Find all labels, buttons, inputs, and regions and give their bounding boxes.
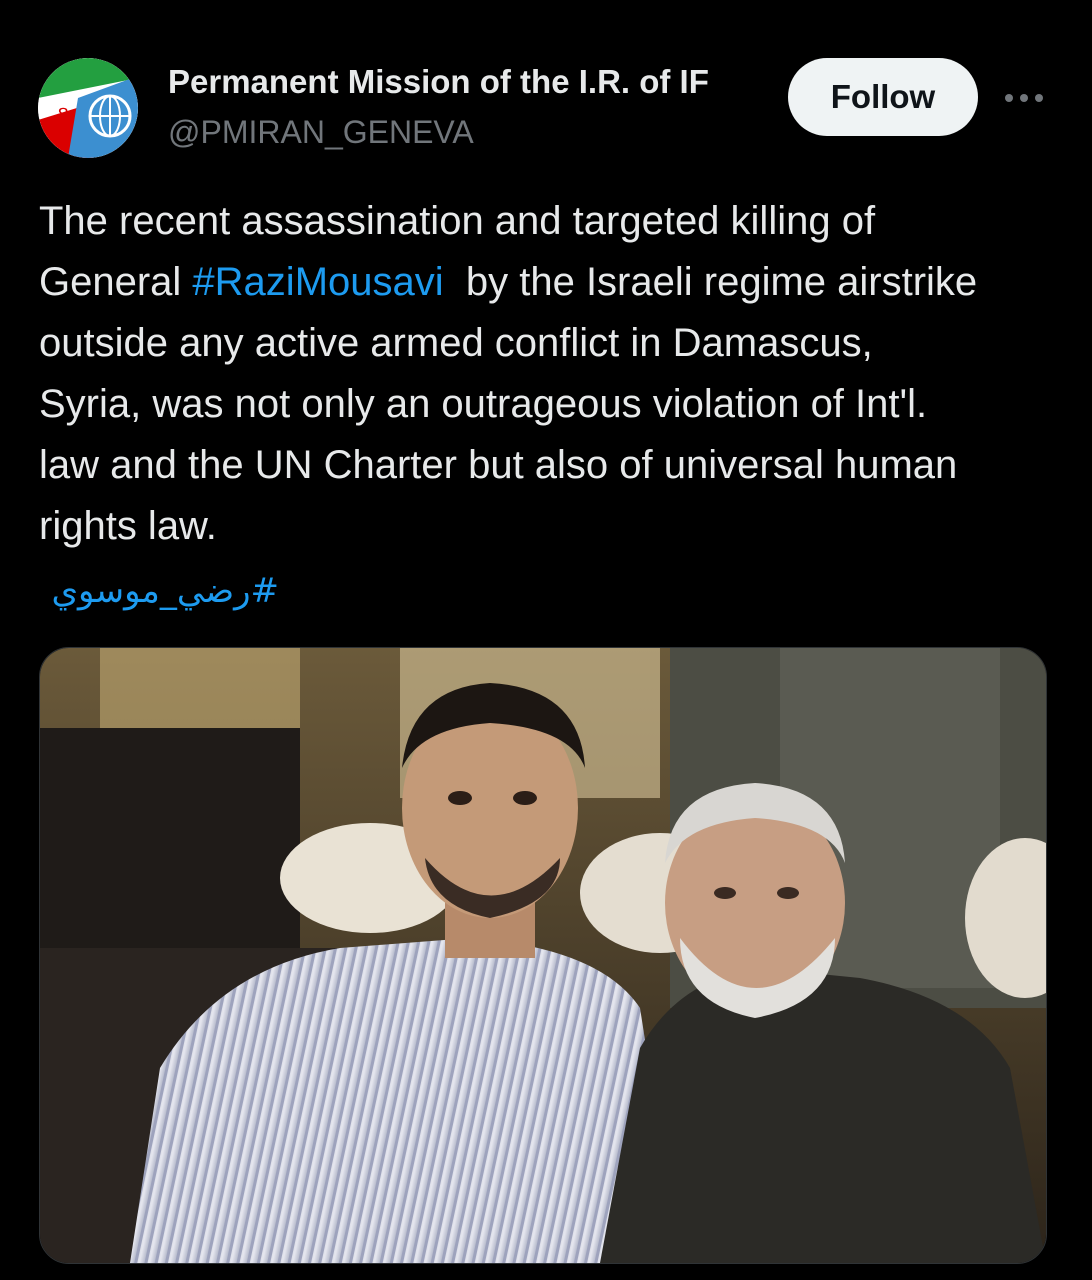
avatar[interactable]: ⴰ xyxy=(38,58,138,158)
post-text-line: The recent assassination and targeted ki… xyxy=(39,199,876,243)
svg-text:ⴰ: ⴰ xyxy=(58,99,68,118)
photo-two-men-seated xyxy=(40,648,1046,1263)
post: ⴰ Permanent Mission of the I.R. of IF @P… xyxy=(0,0,1092,1280)
display-name[interactable]: Permanent Mission of the I.R. of IF xyxy=(168,62,764,102)
hashtag-link[interactable]: #RaziMousavi xyxy=(192,260,443,304)
post-text: The recent assassination and targeted ki… xyxy=(39,191,1069,557)
post-text-line: Syria, was not only an outrageous violat… xyxy=(39,382,928,426)
more-options-button[interactable] xyxy=(1000,78,1048,118)
post-text-line: law and the UN Charter but also of unive… xyxy=(39,443,958,487)
post-text-line: outside any active armed conflict in Dam… xyxy=(39,321,873,365)
arabic-hashtag-link[interactable]: #رضي_موسوي xyxy=(39,565,279,617)
post-media[interactable] xyxy=(39,647,1047,1264)
follow-button[interactable]: Follow xyxy=(788,58,978,136)
author-info: Permanent Mission of the I.R. of IF @PMI… xyxy=(168,62,768,152)
user-handle[interactable]: @PMIRAN_GENEVA xyxy=(168,112,768,152)
more-horizontal-icon xyxy=(1005,94,1043,102)
post-text-fragment: General xyxy=(39,260,193,304)
post-text-line: rights law. xyxy=(39,504,217,548)
post-text-line: General #RaziMousavi by the Israeli regi… xyxy=(39,252,1069,313)
post-text-fragment: by the Israeli regime airstrike xyxy=(443,260,978,304)
avatar-iran-flag-un-emblem: ⴰ xyxy=(38,58,138,158)
